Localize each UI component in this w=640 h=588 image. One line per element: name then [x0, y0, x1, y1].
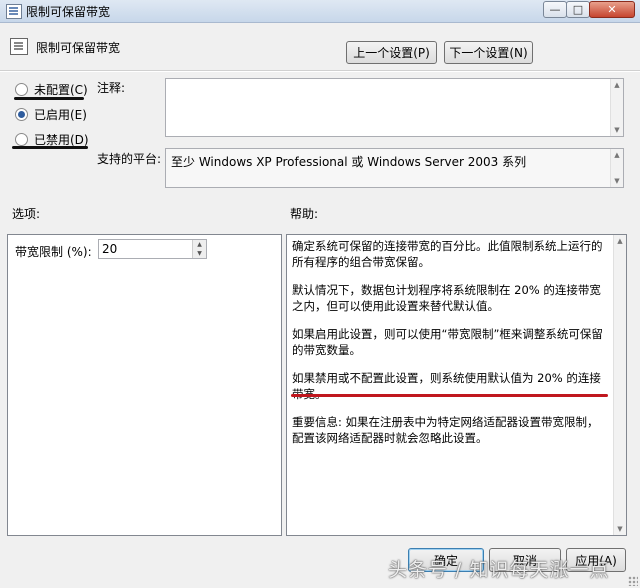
next-setting-button[interactable]: 下一个设置(N) — [444, 41, 533, 64]
scroll-down-icon[interactable]: ▼ — [614, 523, 626, 535]
help-paragraph: 默认情况下，数据包计划程序将系统限制在 20% 的连接带宽之内，但可以使用此设置… — [292, 283, 601, 313]
window-title: 限制可保留带宽 — [26, 5, 111, 19]
help-panel: 确定系统可保留的连接带宽的百分比。此值限制系统上运行的所有程序的组合带宽保留。 … — [286, 234, 627, 536]
bandwidth-limit-value: 20 — [102, 242, 118, 256]
radio-not-configured-label: 未配置(C) — [34, 82, 88, 97]
title-bar: 限制可保留带宽 — □ ✕ — [0, 0, 640, 23]
options-label: 选项: — [12, 207, 41, 221]
annotation-underline-red — [291, 394, 608, 397]
options-panel: 带宽限制 (%): 20 ▲ ▼ — [7, 234, 282, 536]
minimize-button[interactable]: — — [543, 1, 567, 18]
close-icon: ✕ — [607, 3, 617, 16]
radio-enabled-label: 已启用(E) — [34, 107, 87, 122]
radio-not-configured[interactable]: 未配置(C) — [15, 79, 88, 99]
help-paragraph-highlighted: 如果禁用或不配置此设置，则系统使用默认值为 20% 的连接带宽。 — [292, 371, 601, 401]
annotation-underline-disabled — [12, 146, 88, 149]
platform-value: 至少 Windows XP Professional 或 Windows Ser… — [171, 155, 527, 169]
comment-textarea[interactable]: ▲ ▼ — [165, 78, 624, 137]
bandwidth-limit-spinbox[interactable]: 20 ▲ ▼ — [98, 239, 207, 259]
radio-enabled-circle[interactable] — [15, 107, 28, 121]
scroll-up-icon[interactable]: ▲ — [611, 149, 623, 161]
scroll-up-icon[interactable]: ▲ — [611, 79, 623, 91]
header-divider — [0, 70, 640, 72]
platform-scrollbar[interactable]: ▲ ▼ — [610, 149, 623, 187]
previous-setting-button[interactable]: 上一个设置(P) — [346, 41, 437, 64]
bandwidth-limit-label: 带宽限制 (%): — [15, 245, 92, 259]
annotation-underline-not-configured — [14, 97, 84, 100]
radio-disabled-label: 已禁用(D) — [34, 132, 89, 147]
close-button[interactable]: ✕ — [589, 1, 635, 18]
setting-icon — [10, 38, 28, 55]
watermark: 头条号 / 知识每天涨一点 — [388, 559, 610, 581]
resize-grip-icon[interactable] — [628, 576, 638, 586]
help-label: 帮助: — [290, 207, 319, 221]
scroll-down-icon[interactable]: ▼ — [611, 124, 623, 136]
comment-scrollbar[interactable]: ▲ ▼ — [610, 79, 623, 136]
platform-label: 支持的平台: — [97, 152, 162, 166]
radio-disabled-circle[interactable] — [15, 132, 28, 146]
radio-not-configured-circle[interactable] — [15, 82, 28, 96]
help-paragraph: 重要信息: 如果在注册表中为特定网络适配器设置带宽限制，配置该网络适配器时就会忽… — [292, 415, 599, 445]
minimize-icon: — — [549, 3, 561, 16]
spin-arrows-icon[interactable]: ▲ ▼ — [192, 240, 206, 258]
policy-icon — [6, 4, 22, 19]
scroll-down-icon[interactable]: ▼ — [611, 175, 623, 187]
help-paragraph: 确定系统可保留的连接带宽的百分比。此值限制系统上运行的所有程序的组合带宽保留。 — [292, 239, 603, 269]
comment-label: 注释: — [97, 81, 126, 95]
policy-title: 限制可保留带宽 — [36, 41, 121, 55]
maximize-icon: □ — [572, 3, 584, 16]
scroll-up-icon[interactable]: ▲ — [614, 235, 626, 247]
platform-field: 至少 Windows XP Professional 或 Windows Ser… — [165, 148, 624, 188]
maximize-button[interactable]: □ — [566, 1, 590, 18]
help-scrollbar[interactable]: ▲ ▼ — [613, 235, 626, 535]
help-paragraph: 如果启用此设置，则可以使用“带宽限制”框来调整系统可保留的带宽数量。 — [292, 327, 603, 357]
radio-enabled[interactable]: 已启用(E) — [15, 104, 87, 124]
help-text: 确定系统可保留的连接带宽的百分比。此值限制系统上运行的所有程序的组合带宽保留。 … — [292, 238, 610, 458]
